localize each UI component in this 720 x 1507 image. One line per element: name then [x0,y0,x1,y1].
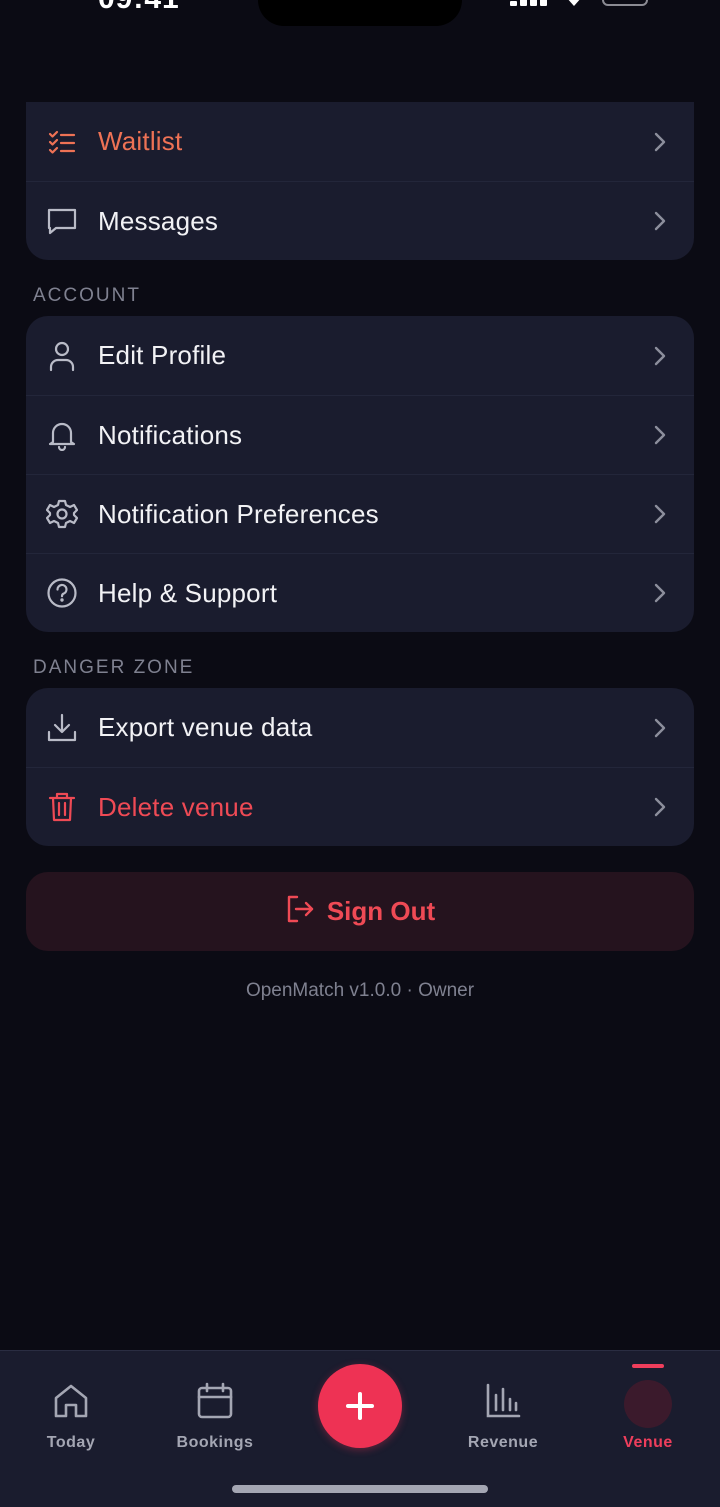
danger-zone-card: Export venue data Delete venue [26,688,694,846]
top-menu-card: Waitlist Messages [26,102,694,260]
chevron-right-icon [654,425,666,445]
message-square-icon [46,205,78,237]
camera-notch [258,0,462,26]
menu-item-label: Edit Profile [98,340,227,370]
menu-item-label: Waitlist [98,126,183,156]
help-circle-icon [46,577,78,609]
menu-item-label: Messages [98,205,219,236]
home-icon [54,1384,88,1418]
menu-item-export-venue-data[interactable]: Export venue data [26,688,694,767]
trash-icon [46,791,78,823]
chevron-right-icon [654,797,666,817]
user-icon [46,340,78,372]
menu-item-help-support[interactable]: Help & Support [26,553,694,632]
tab-bookings[interactable]: Bookings [155,1381,275,1452]
tab-label: Bookings [176,1434,254,1451]
section-heading-account: ACCOUNT [33,285,141,306]
logout-icon [285,894,315,929]
menu-item-label: Delete venue [98,791,254,822]
venue-settings-screen: 09:41 Waitlist Messages [0,0,720,1507]
menu-item-edit-profile[interactable]: Edit Profile [26,316,694,395]
menu-item-notifications[interactable]: Notifications [26,395,694,474]
home-indicator [232,1485,488,1493]
bar-chart-icon [486,1383,521,1418]
chevron-right-icon [654,346,666,365]
active-tab-highlight [624,1380,672,1428]
menu-item-notification-preferences[interactable]: Notification Preferences [26,474,694,553]
section-heading-danger-zone: DANGER ZONE [33,657,195,678]
sign-out-button[interactable]: Sign Out [26,872,694,951]
battery-icon [602,0,648,6]
wifi-icon [568,0,580,6]
checklist-icon [46,126,78,158]
menu-item-label: Notification Preferences [98,498,379,529]
chevron-right-icon [654,211,666,231]
tab-label: Revenue [467,1434,539,1451]
menu-item-messages[interactable]: Messages [26,181,694,260]
menu-item-label: Export venue data [98,712,313,742]
chevron-right-icon [654,504,666,524]
tab-revenue[interactable]: Revenue [443,1381,563,1452]
bell-icon [46,419,78,451]
tab-today[interactable]: Today [11,1381,131,1452]
plus-icon [346,1392,374,1420]
menu-item-label: Notifications [98,419,243,450]
gear-icon [46,498,78,530]
menu-item-delete-venue[interactable]: Delete venue [26,767,694,846]
add-button[interactable] [318,1364,402,1448]
chevron-right-icon [654,718,666,737]
tab-label: Venue [623,1434,673,1451]
menu-item-label: Help & Support [98,577,278,608]
status-bar: 09:41 [0,0,720,30]
app-version-text: OpenMatch v1.0.0 · Owner [245,980,475,1001]
signal-icon [510,0,548,6]
chevron-right-icon [654,132,666,151]
account-menu-card: Edit Profile Notifications Notification … [26,316,694,632]
download-icon [46,712,78,744]
status-time: 09:41 [98,0,180,16]
tab-label: Today [46,1434,96,1451]
menu-item-waitlist[interactable]: Waitlist [26,102,694,181]
active-tab-indicator [632,1364,664,1368]
chevron-right-icon [654,583,666,603]
sign-out-label: Sign Out [326,896,436,926]
calendar-icon [197,1382,233,1419]
